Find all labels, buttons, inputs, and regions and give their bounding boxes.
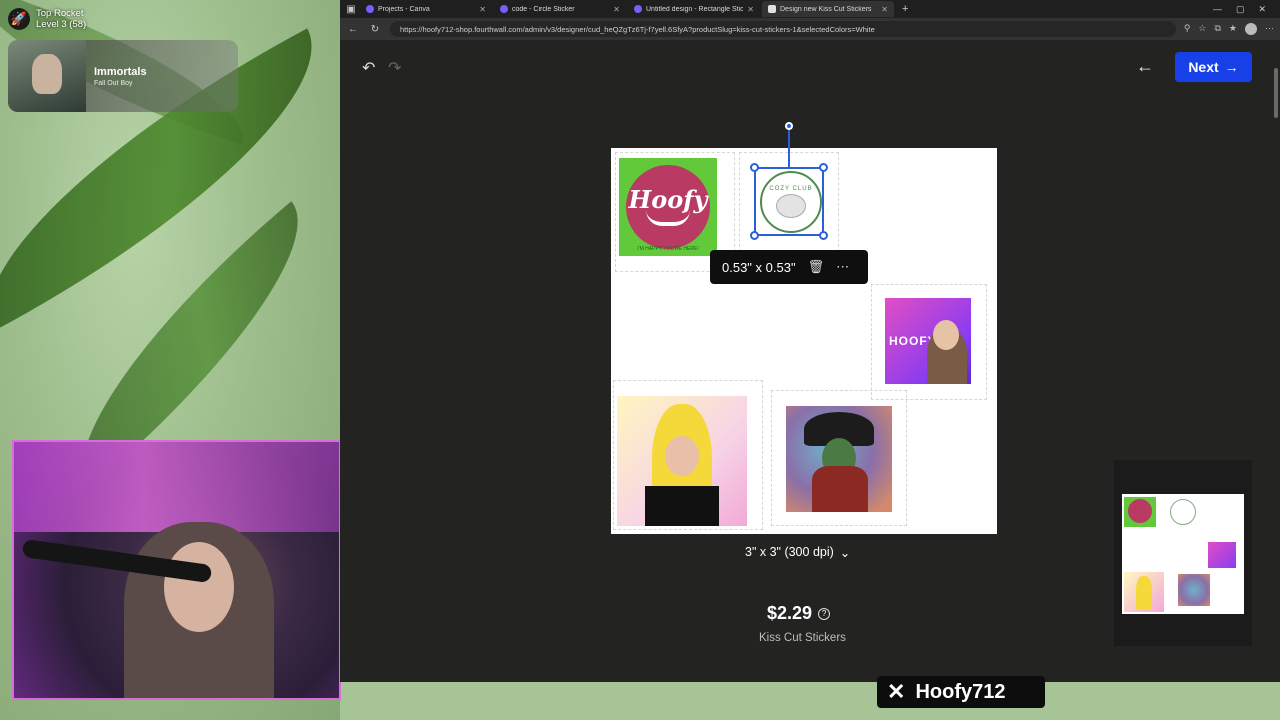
profile-avatar[interactable] bbox=[1245, 23, 1257, 35]
resize-handle[interactable] bbox=[819, 231, 828, 240]
window-controls: — ▢ ✕ bbox=[1213, 4, 1280, 15]
banana-costume-sticker[interactable] bbox=[617, 396, 747, 526]
canva-icon bbox=[634, 5, 642, 13]
album-art bbox=[8, 40, 86, 112]
hoofy-logo-sticker[interactable]: Hoofy I'M HAPPY YOU'RE HERE! bbox=[619, 158, 717, 256]
brand-name: Hoofy712 bbox=[915, 680, 1006, 703]
undo-icon[interactable]: ↶ bbox=[362, 58, 375, 78]
more-options-icon[interactable]: ⋯ bbox=[836, 259, 849, 275]
element-toolbar: 0.53" x 0.53" 🗑 ⋯ bbox=[710, 250, 868, 284]
maximize-icon[interactable]: ▢ bbox=[1236, 4, 1245, 15]
size-dropdown[interactable]: 3" x 3" (300 dpi) ⌄ bbox=[745, 543, 850, 561]
tab-rectangle-sticker[interactable]: Untitled design - Rectangle Sticke ✕ bbox=[628, 1, 760, 17]
webcam-feed bbox=[12, 440, 341, 700]
tab-menu-icon[interactable]: ▣ bbox=[344, 4, 358, 15]
rank-level: Level 3 (58) bbox=[36, 19, 87, 30]
song-artist: Fall Out Boy bbox=[94, 79, 133, 87]
trash-icon[interactable]: 🗑 bbox=[808, 259, 825, 275]
tab-projects-canva[interactable]: Projects - Canva ✕ bbox=[360, 1, 492, 17]
browser-window: ▣ Projects - Canva ✕ code - Circle Stick… bbox=[340, 0, 1280, 682]
close-icon[interactable]: ✕ bbox=[479, 5, 486, 14]
brand-banner: ✕ Hoofy712 bbox=[877, 676, 1045, 708]
song-title: Immortals bbox=[94, 65, 147, 78]
star-icon[interactable]: ☆ bbox=[1198, 23, 1206, 35]
resize-handle[interactable] bbox=[750, 163, 759, 172]
more-icon[interactable]: ⋯ bbox=[1265, 23, 1274, 35]
close-icon[interactable]: ✕ bbox=[881, 5, 888, 14]
preview-panel bbox=[1114, 460, 1252, 646]
rank-title: Top Rocket bbox=[36, 8, 84, 19]
close-icon[interactable]: ✕ bbox=[747, 5, 754, 14]
tab-bar: ▣ Projects - Canva ✕ code - Circle Stick… bbox=[340, 0, 1280, 18]
back-arrow-icon[interactable]: ← bbox=[1136, 56, 1154, 77]
minimize-icon[interactable]: — bbox=[1213, 4, 1222, 15]
price-display: $2.29 ? bbox=[767, 603, 831, 624]
chevron-down-icon: ⌄ bbox=[839, 545, 851, 560]
selection-box[interactable] bbox=[750, 163, 828, 240]
element-size: 0.53" x 0.53" bbox=[722, 259, 796, 275]
tab-circle-sticker[interactable]: code - Circle Sticker ✕ bbox=[494, 1, 626, 17]
resize-handle[interactable] bbox=[819, 163, 828, 172]
fourthwall-icon bbox=[768, 5, 776, 13]
x-logo-icon: ✕ bbox=[887, 679, 906, 704]
close-icon[interactable]: ✕ bbox=[613, 5, 620, 14]
url-field[interactable]: https://hoofy712-shop.fourthwall.com/adm… bbox=[390, 21, 1176, 37]
witch-portrait-sticker[interactable] bbox=[786, 406, 892, 512]
canva-icon bbox=[500, 5, 508, 13]
tab-kiss-cut-stickers[interactable]: Design new Kiss Cut Stickers ✕ bbox=[762, 1, 894, 17]
now-playing-card: Immortals Fall Out Boy bbox=[8, 40, 238, 112]
refresh-icon[interactable]: ↻ bbox=[368, 24, 382, 35]
scroll-thumb[interactable] bbox=[1274, 68, 1278, 118]
design-canvas[interactable]: Hoofy I'M HAPPY YOU'RE HERE! COZY CLUB 0… bbox=[611, 122, 997, 534]
address-bar-row: ← ↻ https://hoofy712-shop.fourthwall.com… bbox=[340, 18, 1280, 40]
favorites-icon[interactable]: ★ bbox=[1229, 23, 1237, 35]
canva-icon bbox=[366, 5, 374, 13]
stream-background-bottom bbox=[340, 682, 1280, 720]
back-icon[interactable]: ← bbox=[346, 24, 360, 35]
arrow-right-icon: → bbox=[1224, 59, 1239, 75]
rotate-handle[interactable] bbox=[785, 122, 793, 130]
zoom-icon[interactable]: ⚲ bbox=[1184, 23, 1191, 35]
hoofy-jar-photo-sticker[interactable]: HOOFY bbox=[885, 298, 971, 384]
rocket-icon: 🚀 bbox=[8, 8, 30, 30]
resize-handle[interactable] bbox=[750, 231, 759, 240]
designer-page: ↶ ↷ ← Next → Hoofy I'M HAPPY YOU'RE HERE… bbox=[340, 40, 1280, 682]
next-button[interactable]: Next → bbox=[1175, 52, 1252, 82]
page-scrollbar[interactable] bbox=[1272, 48, 1278, 688]
help-icon[interactable]: ? bbox=[818, 607, 831, 620]
new-tab-icon[interactable]: + bbox=[896, 3, 914, 15]
close-window-icon[interactable]: ✕ bbox=[1258, 4, 1266, 15]
product-name: Kiss Cut Stickers bbox=[759, 632, 846, 644]
extensions-icon[interactable]: ⧉ bbox=[1214, 23, 1220, 35]
redo-icon[interactable]: ↷ bbox=[388, 58, 401, 78]
preview-thumbnail[interactable] bbox=[1122, 494, 1244, 614]
rotation-line bbox=[788, 128, 790, 168]
rank-widget: 🚀 Top Rocket Level 3 (58) bbox=[8, 8, 86, 30]
